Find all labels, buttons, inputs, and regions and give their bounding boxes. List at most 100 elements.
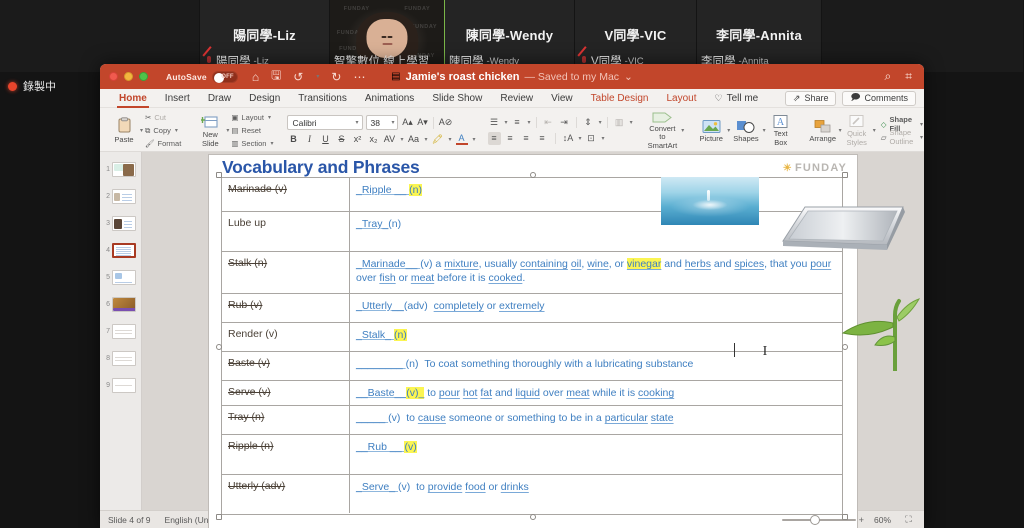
- convert-to-smartart-button[interactable]: Convert to SmartArt: [645, 111, 681, 150]
- table-cell-term[interactable]: Tray (n): [222, 406, 350, 434]
- chevron-down-icon[interactable]: ▾: [505, 119, 508, 126]
- table-row[interactable]: Lube up _Tray_(n): [222, 212, 842, 252]
- layout-button[interactable]: ▣ Layout ▾: [229, 112, 275, 124]
- participant-tile-host-active[interactable]: FUNDAY FUNDAY FUNDAY FUNDAY FUNDAY FUNDA…: [330, 0, 445, 72]
- change-case-icon[interactable]: Aa: [407, 133, 419, 145]
- cut-button[interactable]: ✂ Cut: [143, 112, 183, 124]
- table-row-active[interactable]: Baste (v) ________ (n) To coat something…: [222, 352, 842, 381]
- table-cell-term[interactable]: Ripple (n): [222, 435, 350, 474]
- zoom-track[interactable]: [781, 514, 856, 525]
- thumbnail-slide-7[interactable]: 7: [100, 318, 141, 345]
- thumbnail-slide-9[interactable]: 9: [100, 372, 141, 399]
- slide-canvas[interactable]: Vocabulary and Phrases ☀ FUNDAY Marinade…: [209, 155, 921, 528]
- text-highlight-icon[interactable]: 🖍: [432, 133, 444, 145]
- picture-button[interactable]: Picture: [696, 119, 726, 143]
- maximize-icon[interactable]: [139, 72, 148, 81]
- chevron-down-icon[interactable]: ▾: [400, 136, 403, 143]
- arrange-button[interactable]: Arrange: [808, 119, 838, 143]
- table-cell-answer[interactable]: _Marinade__ (v) a mixture, usually conta…: [350, 252, 842, 293]
- underline-icon[interactable]: U: [319, 133, 331, 145]
- character-spacing-icon[interactable]: AV: [383, 133, 395, 145]
- table-cell-term[interactable]: Serve (v): [222, 381, 350, 405]
- page-title[interactable]: Vocabulary and Phrases: [222, 157, 420, 178]
- ribbon-toggle-icon[interactable]: ⌗: [905, 69, 912, 84]
- increase-indent-icon[interactable]: ⇥: [558, 116, 571, 129]
- table-cell-answer[interactable]: __Baste__(v)_ to pour hot fat and liquid…: [350, 381, 842, 405]
- format-painter-button[interactable]: 🖌 Format: [143, 138, 183, 150]
- thumbnail-slide-4[interactable]: 4: [100, 237, 141, 264]
- chevron-down-icon[interactable]: ▾: [873, 127, 876, 134]
- table-cell-term[interactable]: Baste (v): [222, 352, 350, 380]
- paste-button[interactable]: Paste: [109, 117, 139, 144]
- vocabulary-table[interactable]: Marinade (v) _Ripple __ (n) Lube up _Tra…: [221, 177, 843, 515]
- thumbnail-slide-3[interactable]: 3: [100, 210, 141, 237]
- tab-animations[interactable]: Animations: [356, 89, 423, 108]
- font-color-icon[interactable]: A: [455, 133, 468, 145]
- align-left-icon[interactable]: ≡: [487, 131, 501, 145]
- align-center-icon[interactable]: ≡: [504, 132, 517, 145]
- tab-draw[interactable]: Draw: [199, 89, 240, 108]
- thumbnail-slide-6[interactable]: 6: [100, 291, 141, 318]
- participant-tile-empty-left[interactable]: [0, 0, 200, 72]
- plant-stalk-image[interactable]: [837, 293, 924, 373]
- tab-insert[interactable]: Insert: [156, 89, 199, 108]
- home-icon[interactable]: ⌂: [252, 70, 259, 84]
- thumbnail-slide-5[interactable]: 5: [100, 264, 141, 291]
- increase-font-size-icon[interactable]: A▴: [401, 117, 413, 129]
- minimize-icon[interactable]: [124, 72, 133, 81]
- tab-home[interactable]: Home: [110, 89, 156, 108]
- thumbnail-slide-8[interactable]: 8: [100, 345, 141, 372]
- participant-tile-annita[interactable]: 李同學-Annita 李同學 -Annita: [697, 0, 822, 72]
- bullet-list-icon[interactable]: ☰: [488, 116, 501, 129]
- align-text-icon[interactable]: ⊡: [585, 132, 598, 145]
- text-direction-icon[interactable]: ↕A: [562, 132, 575, 145]
- thumbnail-slide-1[interactable]: 1: [100, 156, 141, 183]
- shapes-button[interactable]: Shapes: [730, 119, 761, 143]
- copy-button[interactable]: ⧉ Copy ▾: [143, 125, 183, 137]
- participant-tile-empty-right[interactable]: [822, 0, 1024, 72]
- chevron-down-icon[interactable]: ▾: [270, 140, 273, 147]
- superscript-icon[interactable]: x²: [351, 133, 363, 145]
- autosave-switch[interactable]: OFF: [211, 70, 238, 83]
- slide-counter[interactable]: Slide 4 of 9: [108, 515, 151, 525]
- line-spacing-icon[interactable]: ⇕: [582, 116, 595, 129]
- chevron-down-icon[interactable]: ▾: [528, 119, 531, 126]
- bold-icon[interactable]: B: [287, 133, 299, 145]
- thumbnail-slide-2[interactable]: 2: [100, 183, 141, 210]
- table-cell-answer[interactable]: _Ripple __ (n): [350, 178, 842, 211]
- quick-styles-button[interactable]: Quick Styles: [842, 114, 872, 147]
- chevron-down-icon[interactable]: ▾: [449, 136, 452, 143]
- chevron-down-icon[interactable]: ▾: [268, 114, 271, 121]
- zoom-knob[interactable]: [809, 514, 820, 525]
- section-button[interactable]: ▥ Section ▾: [229, 138, 275, 150]
- table-row[interactable]: Utterly (adv) _Serve_ (v) to provide foo…: [222, 475, 842, 513]
- search-icon[interactable]: ⌕: [885, 69, 892, 84]
- font-size-select[interactable]: 38 ▾: [366, 115, 399, 130]
- tab-layout[interactable]: Layout: [657, 89, 705, 108]
- raw-chicken-image[interactable]: [923, 401, 924, 493]
- comments-button[interactable]: 🗩 Comments: [842, 90, 916, 106]
- clear-formatting-icon[interactable]: A⊘: [439, 117, 453, 129]
- table-cell-term[interactable]: Marinade (v): [222, 178, 350, 211]
- share-button[interactable]: ⇗ Share: [784, 90, 837, 106]
- chevron-down-icon[interactable]: ▾: [473, 136, 476, 143]
- justify-icon[interactable]: ≡: [536, 132, 549, 145]
- table-row[interactable]: Serve (v) __Baste__(v)_ to pour hot fat …: [222, 381, 842, 406]
- table-cell-term[interactable]: Render (v): [222, 323, 350, 351]
- participant-tile-liz[interactable]: 陽同學-Liz 陽同學 -Liz: [200, 0, 330, 72]
- tab-view[interactable]: View: [542, 89, 582, 108]
- undo-icon[interactable]: ↺: [293, 70, 303, 84]
- table-cell-term[interactable]: Lube up: [222, 212, 350, 251]
- chevron-down-icon[interactable]: ▾: [681, 127, 684, 134]
- decrease-indent-icon[interactable]: ⇤: [542, 116, 555, 129]
- numbered-list-icon[interactable]: ≡: [511, 116, 524, 129]
- subscript-icon[interactable]: x₂: [367, 133, 379, 145]
- chevron-down-icon[interactable]: ▾: [599, 119, 602, 126]
- chevron-down-icon[interactable]: ▾: [175, 127, 178, 134]
- zoom-in-icon[interactable]: +: [859, 515, 864, 525]
- chevron-down-icon[interactable]: ▾: [602, 135, 605, 142]
- text-box-button[interactable]: A Text Box: [766, 114, 796, 147]
- chevron-down-icon[interactable]: ▾: [316, 73, 319, 80]
- table-cell-answer[interactable]: _____ (v) to cause someone or something …: [350, 406, 842, 434]
- chevron-down-icon[interactable]: ▾: [579, 135, 582, 142]
